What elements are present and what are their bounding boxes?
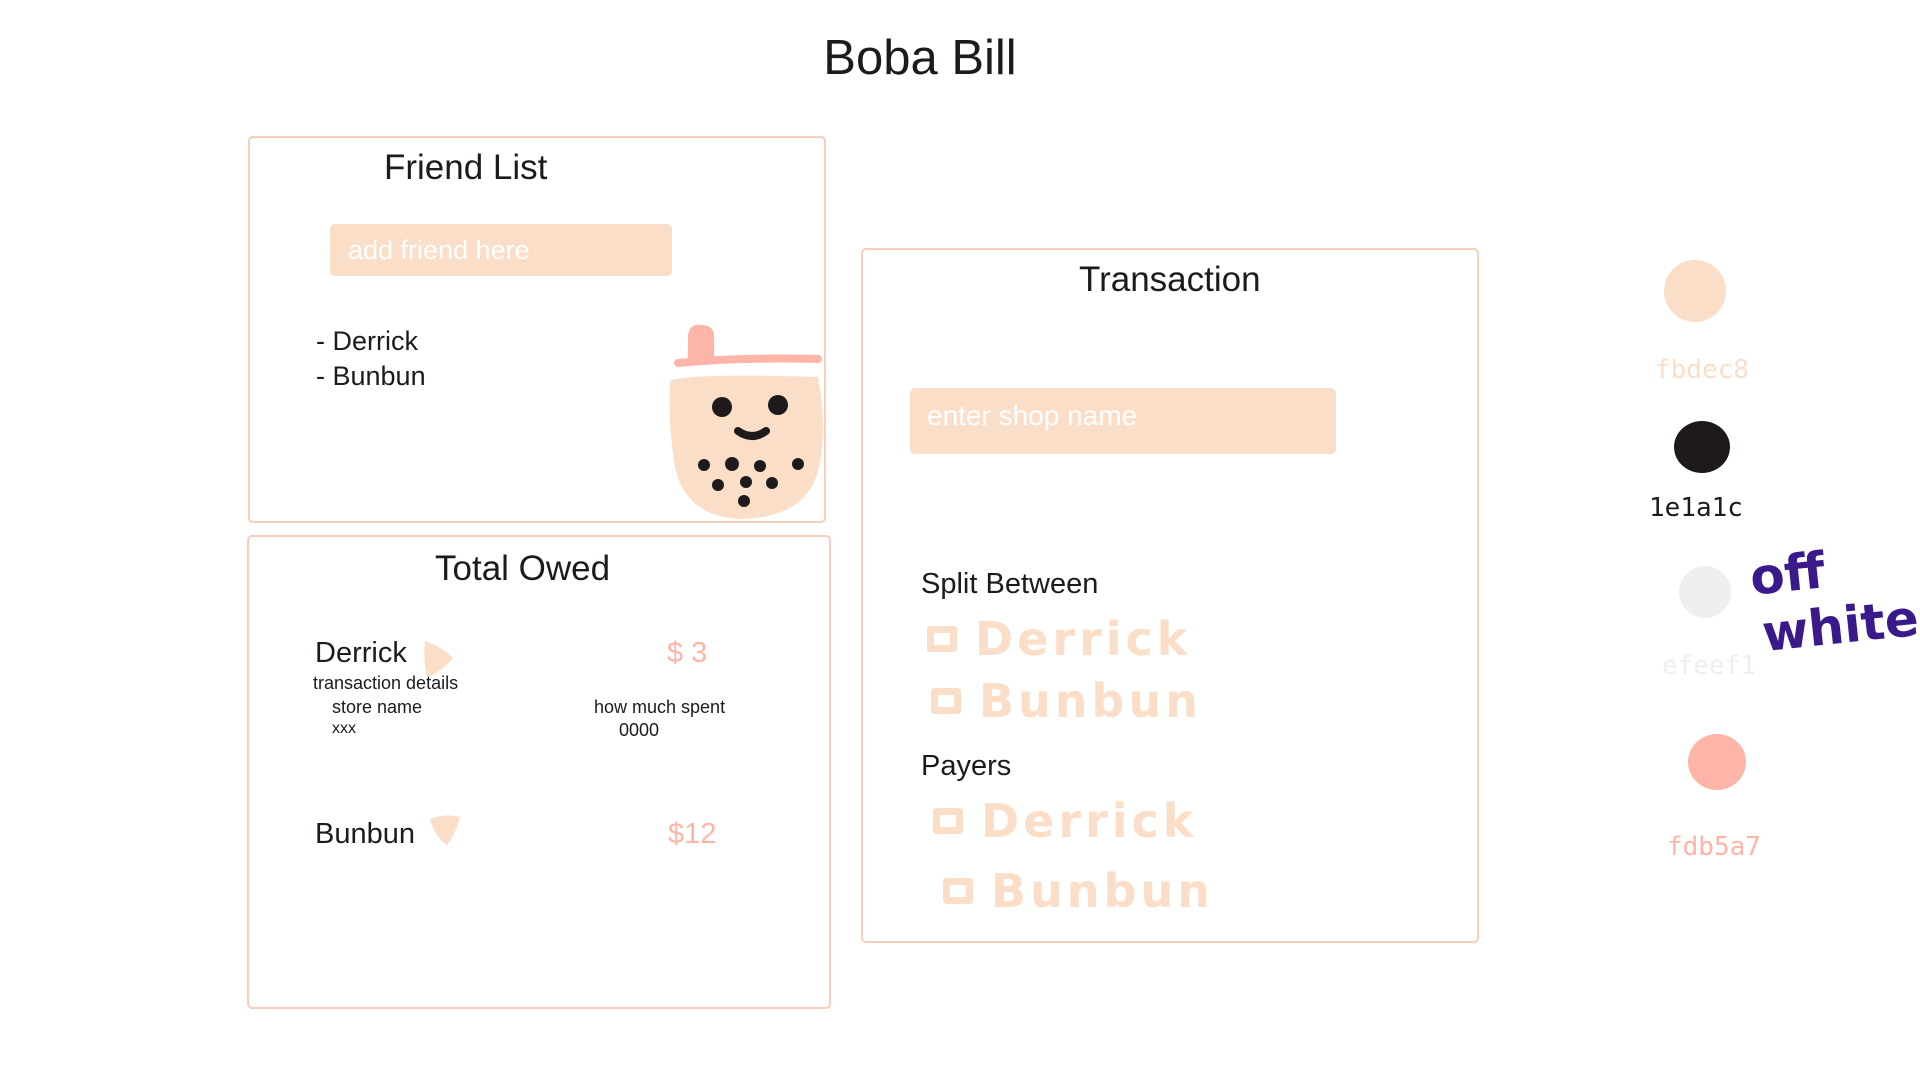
checkbox-icon[interactable] [933, 808, 963, 834]
total-owed-panel: Total Owed Derrick $ 3 transaction detai… [247, 535, 831, 1009]
color-swatch [1664, 260, 1726, 322]
color-swatch [1674, 421, 1730, 473]
split-between-label: Split Between [921, 568, 1099, 600]
transaction-details-heading: transaction details [313, 673, 459, 693]
off-white-note: off [1747, 541, 1828, 607]
split-option-label: Bunbun [979, 674, 1202, 728]
friend-list-title: Friend List [384, 148, 548, 187]
color-swatch-label: fbdec8 [1655, 355, 1749, 385]
amount-spent-value: 0000 [619, 720, 660, 740]
payer-option-label: Bunbun [991, 864, 1214, 918]
triangle-down-icon[interactable] [427, 813, 463, 849]
total-owed-title: Total Owed [435, 549, 611, 588]
checkbox-icon[interactable] [931, 688, 961, 714]
owed-entry-amount: $ 3 [667, 637, 708, 669]
app-title: Boba Bill [823, 31, 1017, 85]
split-option-label: Derrick [975, 612, 1192, 666]
friend-list-item: - Bunbun [316, 361, 426, 391]
checkbox-icon[interactable] [943, 878, 973, 904]
friend-list-item: - Derrick [316, 326, 418, 356]
color-swatch [1679, 566, 1731, 618]
friend-list: - Derrick - Bunbun [316, 324, 426, 394]
color-swatch-label: efeef1 [1662, 651, 1756, 681]
color-swatch-label: 1e1a1c [1649, 493, 1743, 523]
transaction-panel: Transaction Split Between Derrick Bunbun… [861, 248, 1479, 943]
split-option-checkbox[interactable]: Bunbun [931, 674, 1202, 728]
transaction-title: Transaction [1079, 260, 1261, 299]
owed-entry-amount: $12 [668, 818, 717, 850]
friend-list-panel: Friend List - Derrick - Bunbun [248, 136, 826, 523]
boba-cup-icon [669, 324, 823, 519]
payers-label: Payers [921, 750, 1012, 782]
owed-entry-name: Bunbun [315, 818, 415, 850]
color-swatch-label: fdb5a7 [1667, 832, 1761, 862]
add-friend-input[interactable] [330, 224, 672, 276]
payer-option-label: Derrick [981, 794, 1198, 848]
owed-entry-name: Derrick [315, 637, 407, 669]
store-name-label: store name [332, 697, 423, 717]
payer-option-checkbox[interactable]: Bunbun [943, 864, 1214, 918]
color-swatch [1688, 734, 1746, 790]
payer-option-checkbox[interactable]: Derrick [933, 794, 1197, 848]
off-white-note: white [1759, 588, 1920, 664]
split-option-checkbox[interactable]: Derrick [927, 612, 1191, 666]
shop-name-input[interactable] [910, 388, 1336, 454]
store-name-value: xxx [332, 720, 356, 737]
amount-spent-label: how much spent [594, 697, 726, 717]
checkbox-icon[interactable] [927, 626, 957, 652]
